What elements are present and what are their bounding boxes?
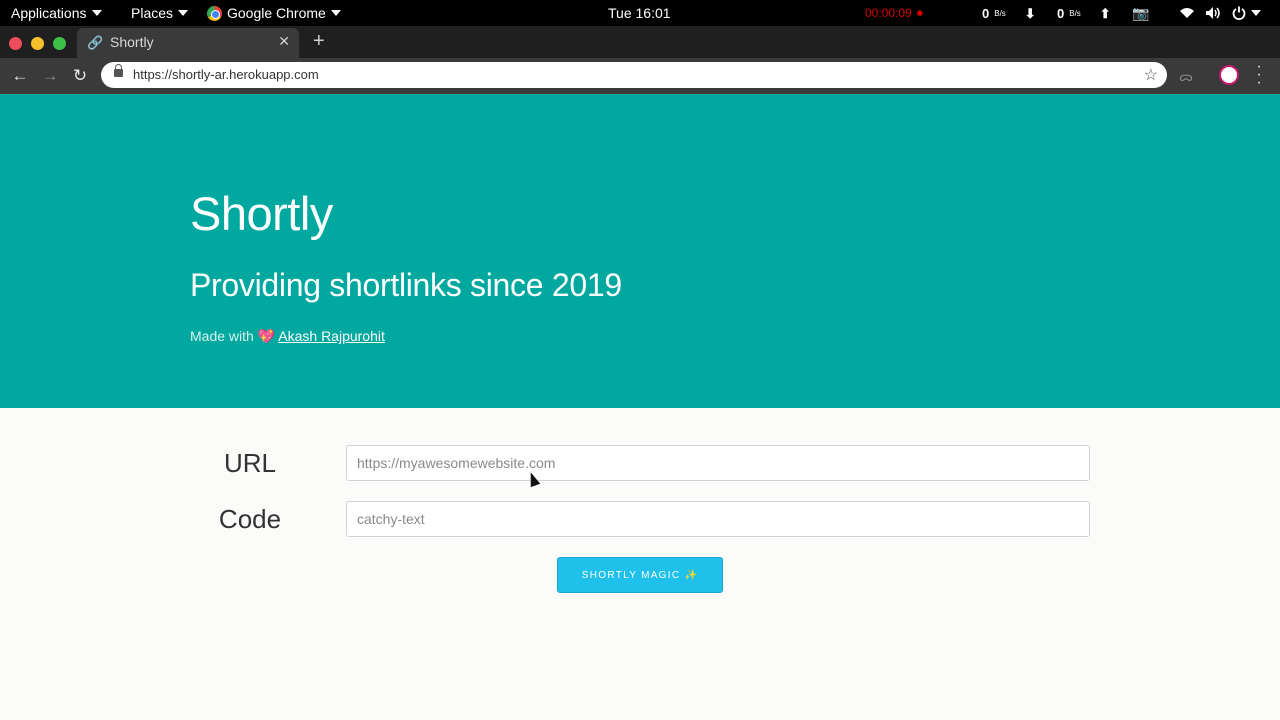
page-subtitle: Providing shortlinks since 2019 (190, 267, 622, 303)
code-label: Code (218, 504, 282, 534)
code-input[interactable] (346, 501, 1090, 537)
places-label: Places (131, 4, 174, 21)
forward-icon[interactable]: → (38, 64, 62, 88)
chevron-down-icon (1251, 10, 1261, 16)
active-app-label: Google Chrome (227, 4, 326, 21)
extension-icon[interactable]: ᯅ (1179, 67, 1193, 85)
bookmark-star-icon[interactable]: ☆ (1144, 65, 1158, 85)
wifi-icon[interactable] (1179, 0, 1195, 26)
minimize-window-button[interactable] (31, 37, 44, 50)
author-link[interactable]: Akash Rajpurohit (278, 328, 385, 344)
net-up-unit: B/s (1069, 8, 1081, 18)
lock-icon (114, 64, 123, 77)
arrow-down-icon: ⬇ (1024, 5, 1036, 21)
record-icon: ⏺ (916, 5, 923, 20)
net-up-value: 0 (1057, 5, 1065, 21)
net-upload: 0 B/s ⬆ (1057, 0, 1111, 26)
close-window-button[interactable] (9, 37, 22, 50)
system-top-bar: Applications Places Google Chrome Tue 16… (0, 0, 1280, 26)
tab-title: Shortly (110, 34, 154, 50)
net-down-unit: B/s (994, 8, 1006, 18)
clock[interactable]: Tue 16:01 (608, 0, 671, 26)
applications-label: Applications (11, 4, 87, 21)
back-icon[interactable]: ← (8, 64, 32, 88)
active-app-menu[interactable]: Google Chrome (207, 0, 341, 26)
net-down-value: 0 (982, 5, 990, 21)
reload-icon[interactable]: ↻ (68, 64, 92, 88)
url-label: URL (223, 448, 276, 478)
heart-icon: 💖 (257, 328, 276, 344)
volume-icon[interactable] (1205, 0, 1221, 26)
browser-tab[interactable]: 🔗 Shortly ✕ (77, 28, 299, 58)
arrow-up-icon: ⬆ (1099, 5, 1111, 21)
url-input[interactable] (346, 445, 1090, 481)
profile-avatar[interactable] (1219, 65, 1239, 85)
screenshot-icon[interactable]: 📷 (1132, 0, 1149, 26)
credits: Made with 💖 Akash Rajpurohit (190, 328, 385, 345)
maximize-window-button[interactable] (53, 37, 66, 50)
recording-time: 00:00:09 (865, 5, 912, 20)
power-icon (1232, 6, 1246, 20)
close-tab-icon[interactable]: ✕ (278, 33, 290, 50)
chevron-down-icon (178, 10, 189, 16)
address-bar[interactable]: https://shortly-ar.herokuapp.com ☆ (101, 62, 1167, 88)
chrome-logo-icon (207, 5, 222, 21)
chevron-down-icon (330, 10, 341, 16)
hero-banner: Shortly Providing shortlinks since 2019 … (0, 94, 1280, 408)
net-download: 0 B/s ⬇ (982, 0, 1036, 26)
page-title: Shortly (190, 187, 333, 240)
places-menu[interactable]: Places (131, 0, 189, 26)
made-with-label: Made with (190, 328, 254, 344)
applications-menu[interactable]: Applications (11, 0, 102, 26)
chevron-down-icon (91, 10, 102, 16)
recording-indicator[interactable]: 00:00:09 ⏺ (865, 0, 923, 26)
power-menu[interactable] (1232, 0, 1261, 26)
link-favicon-icon: 🔗 (87, 35, 104, 50)
address-url: https://shortly-ar.herokuapp.com (133, 67, 319, 82)
new-tab-button[interactable]: + (313, 30, 325, 53)
shortly-magic-button[interactable]: SHORTLY MAGIC ✨ (557, 557, 723, 593)
kebab-menu-icon[interactable]: · · · (1256, 59, 1262, 91)
